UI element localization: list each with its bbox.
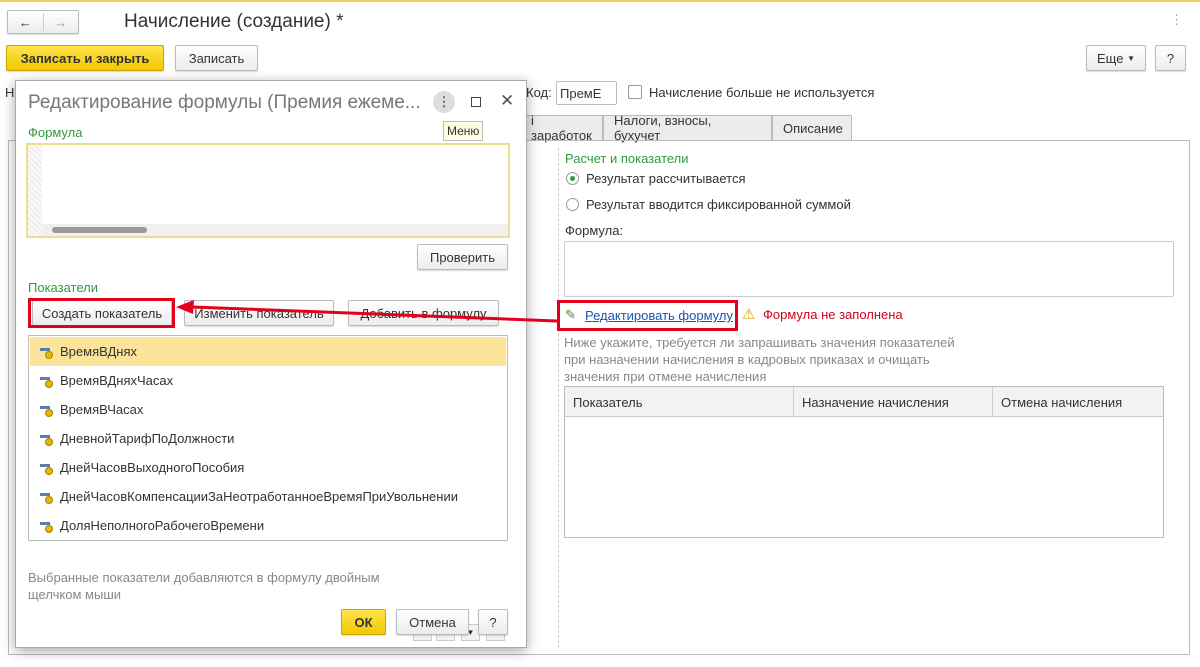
annotation-arrow: [176, 300, 558, 323]
